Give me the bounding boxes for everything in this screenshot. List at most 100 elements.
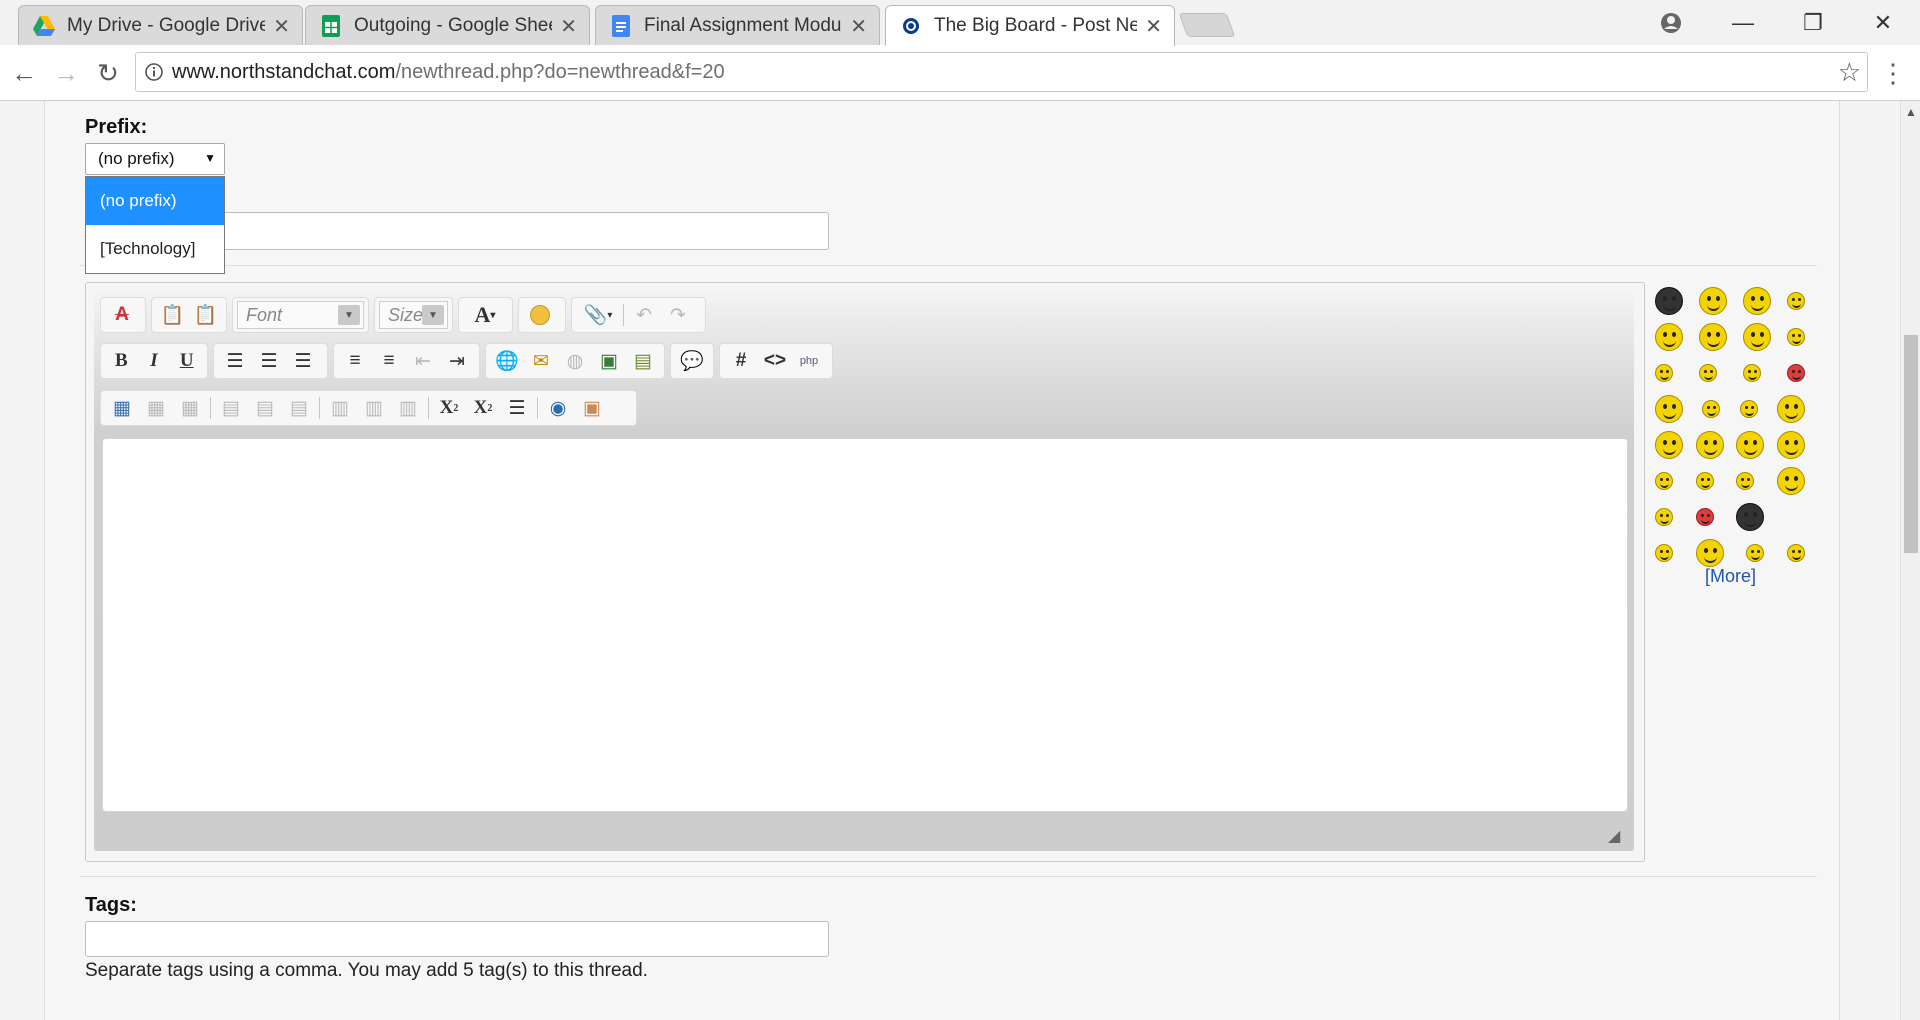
code-icon[interactable]: <> (758, 346, 792, 376)
outdent-icon[interactable]: ⇤ (406, 346, 440, 376)
remove-column-icon[interactable]: ▥ (391, 393, 425, 423)
text-color-icon[interactable]: A ▾ (463, 300, 507, 330)
horizontal-rule-icon[interactable]: ☰ (500, 393, 534, 423)
tab-google-drive[interactable]: My Drive - Google Drive ✕ (18, 5, 303, 46)
php-code-icon[interactable]: php (792, 346, 826, 376)
smilie-icon[interactable] (1787, 364, 1805, 382)
paste-icon[interactable]: 📋 (156, 300, 189, 330)
smilie-icon[interactable] (1655, 472, 1673, 490)
smilie-icon[interactable] (1655, 395, 1683, 423)
prefix-option-technology[interactable]: [Technology] (86, 225, 224, 273)
delete-row-icon[interactable]: ▦ (173, 393, 207, 423)
smilie-icon[interactable] (1699, 287, 1727, 315)
smilie-icon[interactable] (1695, 539, 1724, 567)
remove-link-icon[interactable]: ◍ (558, 346, 592, 376)
profile-icon[interactable] (1643, 0, 1699, 45)
smilie-icon[interactable] (1699, 364, 1717, 382)
font-dropdown-arrow-icon[interactable]: ▼ (338, 305, 360, 325)
prefix-option-no-prefix[interactable]: (no prefix) (86, 177, 224, 225)
back-arrow-icon[interactable]: ← (6, 55, 42, 91)
smilie-icon[interactable] (1776, 431, 1805, 459)
scroll-up-arrow-icon[interactable]: ▲ (1905, 105, 1917, 119)
tags-input[interactable] (85, 921, 829, 957)
smilie-icon[interactable] (1695, 431, 1724, 459)
browser-menu-icon[interactable]: ⋮ (1880, 58, 1906, 89)
smilie-icon[interactable] (1736, 472, 1755, 490)
smilie-icon[interactable] (1743, 364, 1761, 382)
tab-google-sheets[interactable]: Outgoing - Google Sheets ✕ (305, 5, 590, 46)
scrollbar-thumb[interactable] (1904, 335, 1918, 553)
smilie-icon[interactable] (1695, 508, 1714, 526)
smilie-icon[interactable] (1699, 323, 1727, 351)
insert-image-icon[interactable]: ▣ (592, 346, 626, 376)
smilie-icon[interactable] (1695, 472, 1714, 490)
info-icon[interactable] (136, 62, 172, 82)
smilie-icon[interactable] (1655, 431, 1683, 459)
close-tab-icon[interactable]: ✕ (850, 14, 867, 39)
restore-icon[interactable]: ❐ (1785, 0, 1841, 45)
message-text-area[interactable] (102, 438, 1628, 812)
minimize-icon[interactable]: — (1715, 0, 1771, 45)
remove-format-icon[interactable]: A (105, 300, 139, 330)
insert-row-before-icon[interactable]: ▦ (139, 393, 173, 423)
smilie-icon[interactable] (1655, 364, 1673, 382)
page-scrollbar[interactable]: ▲ (1900, 101, 1920, 1020)
insert-column-after-icon[interactable]: ▥ (357, 393, 391, 423)
reload-icon[interactable]: ↻ (90, 55, 126, 91)
more-smilies-link[interactable]: [More] (1705, 566, 1756, 587)
insert-media-icon[interactable]: ◉ (541, 393, 575, 423)
smilie-icon[interactable] (1743, 323, 1771, 351)
unordered-list-icon[interactable]: ≡ (372, 346, 406, 376)
insert-column-before-icon[interactable]: ▥ (323, 393, 357, 423)
tab-big-board[interactable]: The Big Board - Post New Thread ✕ (885, 5, 1175, 46)
smilie-icon[interactable] (1739, 400, 1758, 418)
insert-smilie-icon[interactable] (523, 300, 557, 330)
insert-row-above-icon[interactable]: ▤ (214, 393, 248, 423)
underline-icon[interactable]: U (170, 346, 203, 376)
undo-icon[interactable]: ↶ (627, 300, 661, 330)
quote-icon[interactable]: 💬 (675, 346, 709, 376)
insert-link-icon[interactable]: 🌐 (490, 346, 524, 376)
prefix-select[interactable]: (no prefix) ▼ (85, 143, 225, 175)
paste-text-icon[interactable]: 📋 (189, 300, 222, 330)
forward-arrow-icon[interactable]: → (48, 55, 84, 91)
size-dropdown-arrow-icon[interactable]: ▼ (422, 305, 444, 325)
new-tab-button[interactable] (1178, 13, 1236, 37)
insert-gallery-icon[interactable]: ▣ (575, 393, 609, 423)
superscript-icon[interactable]: X2 (466, 393, 500, 423)
smilie-icon[interactable] (1655, 323, 1683, 351)
close-tab-icon[interactable]: ✕ (560, 14, 577, 39)
align-left-icon[interactable]: ☰ (218, 346, 252, 376)
tab-google-docs[interactable]: Final Assignment Module ✕ (595, 5, 880, 46)
ordered-list-icon[interactable]: ≡ (338, 346, 372, 376)
bookmark-star-icon[interactable]: ☆ (1838, 57, 1861, 88)
font-select[interactable]: Font ▼ (237, 301, 364, 329)
smilie-icon[interactable] (1736, 503, 1765, 531)
resize-grip-icon[interactable]: ◢ (1608, 826, 1626, 845)
close-window-icon[interactable]: ✕ (1855, 0, 1911, 45)
insert-email-icon[interactable]: ✉ (524, 346, 558, 376)
smilie-icon[interactable] (1786, 544, 1805, 562)
redo-icon[interactable]: ↷ (661, 300, 695, 330)
insert-table-icon[interactable]: ▦ (105, 393, 139, 423)
smilie-icon[interactable] (1776, 395, 1805, 423)
bold-icon[interactable]: B (105, 346, 138, 376)
smilie-icon[interactable] (1776, 467, 1805, 495)
smilie-icon[interactable] (1655, 508, 1673, 526)
smilie-icon[interactable] (1736, 431, 1765, 459)
smilie-icon[interactable] (1746, 544, 1765, 562)
smilie-icon[interactable] (1787, 328, 1805, 346)
smilie-icon[interactable] (1702, 400, 1721, 418)
size-select[interactable]: Size ▼ (379, 301, 448, 329)
insert-video-icon[interactable]: ▤ (626, 346, 660, 376)
smilie-icon[interactable] (1655, 544, 1673, 562)
indent-icon[interactable]: ⇥ (440, 346, 474, 376)
attachment-icon[interactable]: 📎 ▾ (576, 300, 620, 330)
close-tab-icon[interactable]: ✕ (273, 14, 290, 39)
subscript-icon[interactable]: X2 (432, 393, 466, 423)
italic-icon[interactable]: I (138, 346, 171, 376)
align-center-icon[interactable]: ☰ (252, 346, 286, 376)
insert-row-below-icon[interactable]: ▤ (248, 393, 282, 423)
hash-icon[interactable]: # (724, 346, 758, 376)
remove-row-icon[interactable]: ▤ (282, 393, 316, 423)
